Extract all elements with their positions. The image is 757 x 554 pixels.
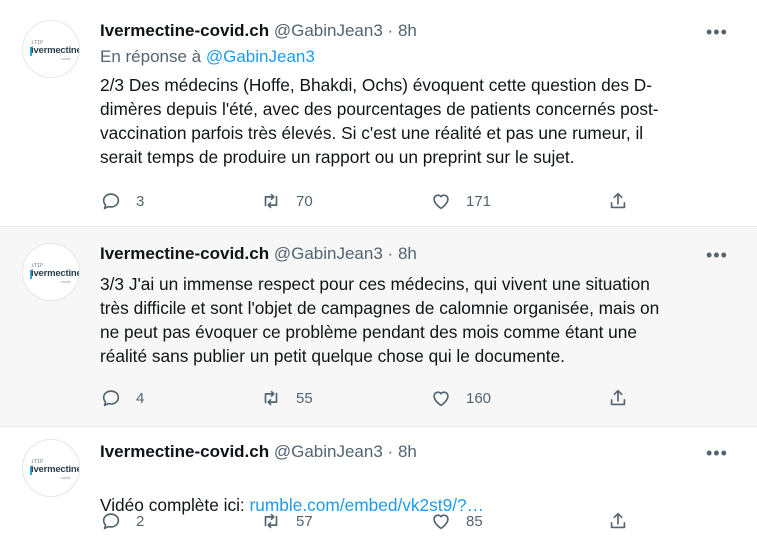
author-handle[interactable]: @GabinJean3: [274, 244, 383, 263]
retweet-button[interactable]: 57: [260, 510, 313, 532]
author-name[interactable]: Ivermectine-covid.ch: [100, 244, 269, 263]
reply-handle-link[interactable]: @GabinJean3: [206, 47, 315, 66]
retweet-count: 57: [296, 512, 313, 530]
like-count: 160: [466, 389, 492, 407]
separator-dot: ·: [387, 21, 394, 40]
like-count: 171: [466, 192, 492, 210]
author-name[interactable]: Ivermectine-covid.ch: [100, 442, 269, 461]
avatar-logo-sub: covid: [61, 475, 71, 480]
like-icon: [433, 514, 449, 530]
reply-button[interactable]: 2: [100, 510, 144, 532]
tweet-1[interactable]: iTIP ivermectine covid Ivermectine-covid…: [0, 0, 757, 226]
tweet-header: Ivermectine-covid.ch @GabinJean3 · 8h: [100, 441, 417, 463]
avatar-logo-text: ivermectine: [31, 464, 80, 475]
share-button[interactable]: [607, 190, 629, 212]
reply-button[interactable]: 4: [100, 387, 144, 409]
tweet-2[interactable]: iTIP ivermectine covid Ivermectine-covid…: [0, 226, 757, 426]
reply-context: En réponse à @GabinJean3: [100, 46, 315, 68]
reply-prefix: En réponse à: [100, 47, 202, 66]
like-button[interactable]: 171: [430, 190, 491, 212]
avatar[interactable]: iTIP ivermectine covid: [22, 20, 80, 78]
like-button[interactable]: 85: [430, 510, 483, 532]
reply-icon: [102, 513, 120, 530]
more-icon[interactable]: •••: [706, 444, 730, 463]
like-icon: [433, 391, 449, 407]
reply-count: 4: [136, 389, 145, 407]
reply-count: 3: [136, 192, 145, 210]
more-icon[interactable]: •••: [706, 246, 730, 265]
retweet-icon: [264, 193, 278, 209]
tweet-header: Ivermectine-covid.ch @GabinJean3 · 8h: [100, 243, 417, 265]
reply-icon: [102, 193, 120, 210]
timestamp[interactable]: 8h: [398, 21, 417, 40]
share-button[interactable]: [607, 387, 629, 409]
like-button[interactable]: 160: [430, 387, 491, 409]
author-handle[interactable]: @GabinJean3: [274, 442, 383, 461]
avatar[interactable]: iTIP ivermectine covid: [22, 243, 80, 301]
author-name[interactable]: Ivermectine-covid.ch: [100, 21, 269, 40]
tweet-text: 2/3 Des médecins (Hoffe, Bhakdi, Ochs) é…: [100, 75, 659, 167]
avatar-logo-sub: covid: [61, 56, 71, 61]
like-icon: [433, 194, 449, 210]
retweet-button[interactable]: 70: [260, 190, 313, 212]
share-button[interactable]: [607, 510, 629, 532]
reply-button[interactable]: 3: [100, 190, 144, 212]
retweet-count: 70: [296, 192, 313, 210]
share-icon: [610, 512, 626, 529]
avatar-logo-text: ivermectine: [31, 45, 80, 56]
retweet-button[interactable]: 55: [260, 387, 313, 409]
tweet-header: Ivermectine-covid.ch @GabinJean3 · 8h: [100, 20, 417, 42]
author-handle[interactable]: @GabinJean3: [274, 21, 383, 40]
timestamp[interactable]: 8h: [398, 442, 417, 461]
retweet-icon: [264, 513, 278, 529]
separator-dot: ·: [387, 442, 394, 461]
like-count: 85: [466, 512, 483, 530]
tweet-text: 3/3 J'ai un immense respect pour ces méd…: [100, 274, 660, 366]
tweet-3[interactable]: iTIP ivermectine covid Ivermectine-covid…: [0, 426, 757, 554]
reply-icon: [102, 390, 120, 407]
reply-count: 2: [136, 512, 145, 530]
timestamp[interactable]: 8h: [398, 244, 417, 263]
separator-dot: ·: [387, 244, 394, 263]
tweet-text: Vidéo complète ici: rumble.com/embed/vk2…: [100, 469, 730, 517]
avatar-logo-text: ivermectine: [31, 268, 80, 279]
avatar-logo-sub: covid: [61, 279, 71, 284]
more-icon[interactable]: •••: [706, 23, 730, 42]
retweet-icon: [264, 390, 278, 406]
share-icon: [610, 389, 626, 406]
retweet-count: 55: [296, 389, 313, 407]
avatar[interactable]: iTIP ivermectine covid: [22, 439, 80, 497]
share-icon: [610, 192, 626, 209]
